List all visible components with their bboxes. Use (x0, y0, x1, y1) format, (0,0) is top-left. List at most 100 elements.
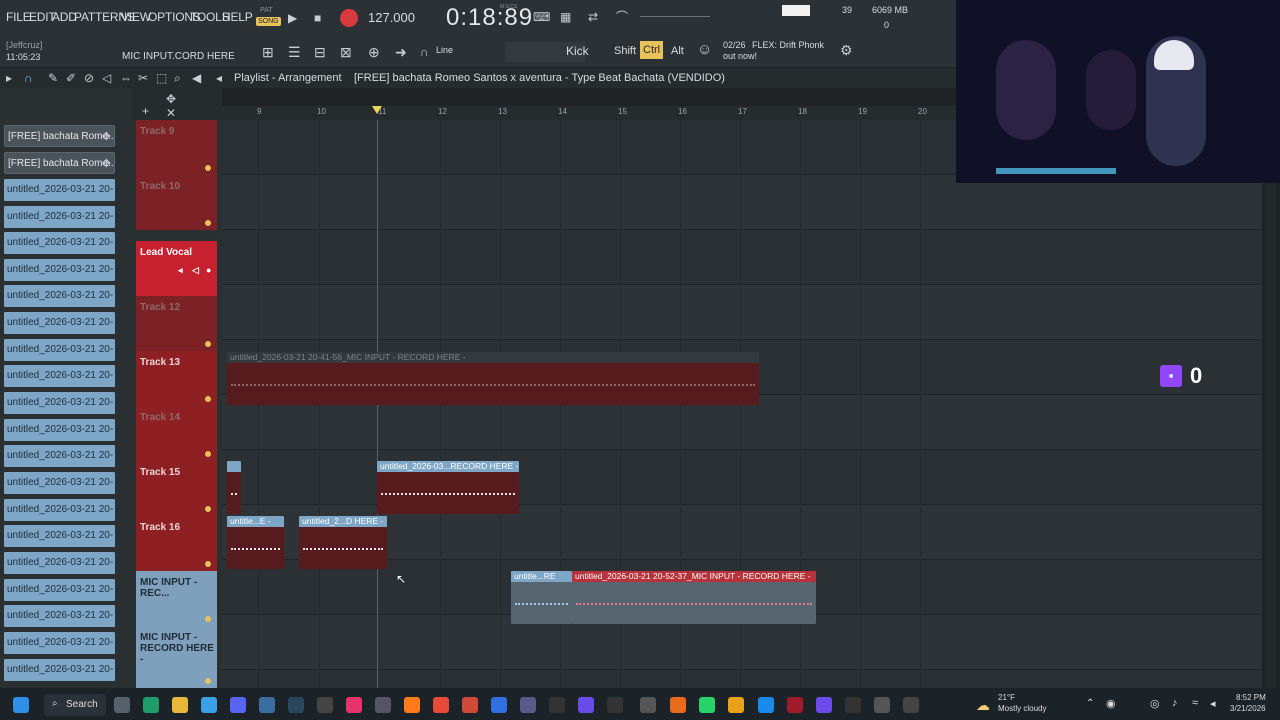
typing-keyboard-icon[interactable]: ⌨ (533, 10, 550, 24)
microphone-icon[interactable]: ♪ (1172, 697, 1178, 709)
edge-icon[interactable] (758, 697, 774, 713)
menu-file[interactable]: FILE (6, 10, 31, 24)
track-header-12[interactable]: Track 12 (136, 296, 217, 351)
browser-project-1[interactable]: [FREE] bachata Rome... ✥ (4, 125, 115, 147)
speaker-icon[interactable]: ◂ (178, 265, 183, 276)
plugin-icon[interactable]: ⊕ (368, 45, 380, 59)
vertical-scrollbar[interactable] (1266, 120, 1276, 688)
speaker-icon[interactable]: ◂ (216, 71, 222, 85)
browser-clip[interactable]: untitled_2026-03-21 20- (4, 445, 115, 467)
clock-time[interactable]: 8:52 PM (1236, 693, 1266, 702)
clock-date[interactable]: 3/21/2026 (1230, 704, 1266, 713)
firefox-icon[interactable] (404, 697, 420, 713)
audio-clip[interactable] (227, 461, 241, 514)
fl-studio-icon[interactable] (728, 697, 744, 713)
browser-clip[interactable]: untitled_2026-03-21 20- (4, 392, 115, 414)
browser-clip[interactable]: untitled_2026-03-21 20- (4, 659, 115, 681)
playhead-marker[interactable] (372, 106, 382, 114)
track-header-lead-vocal[interactable]: Lead Vocal ◂ ◁ ● (136, 241, 217, 296)
app-icon[interactable] (640, 697, 656, 713)
obs-icon[interactable] (375, 697, 391, 713)
tray-icon[interactable]: ◎ (1150, 697, 1160, 710)
timeline-ruler[interactable]: 9 10 11 12 13 14 15 16 17 18 19 20 (222, 106, 960, 120)
mixer-icon[interactable]: ⊠ (340, 45, 352, 59)
browser-clip[interactable]: untitled_2026-03-21 20- (4, 365, 115, 387)
browser-clip[interactable]: untitled_2026-03-21 20- (4, 579, 115, 601)
track-header-14[interactable]: Track 14 (136, 406, 217, 461)
track-lane[interactable] (222, 230, 1262, 285)
app-icon[interactable] (462, 697, 478, 713)
app-icon[interactable] (874, 697, 890, 713)
browser-clip[interactable]: untitled_2026-03-21 20- (4, 259, 115, 281)
capcut-icon[interactable] (549, 697, 565, 713)
track-header-mic-input[interactable]: MIC INPUT - REC... (136, 571, 217, 626)
app-icon[interactable] (816, 697, 832, 713)
master-pitch-slider[interactable] (640, 16, 710, 17)
zoom-tool-icon[interactable]: ⌕ (174, 71, 181, 85)
track-header-16[interactable]: Track 16 (136, 516, 217, 571)
app-icon[interactable] (903, 697, 919, 713)
scroll-icon[interactable]: ✥ (166, 92, 176, 106)
windows-start-icon[interactable] (13, 697, 29, 713)
menu-help[interactable]: HELP (222, 10, 253, 24)
menu-view[interactable]: VIEW (121, 10, 151, 24)
news-text[interactable]: FLEX: Drift Phonk (752, 40, 824, 50)
track-header-mic-record[interactable]: MIC INPUT - RECORD HERE - (136, 626, 217, 688)
browser-clip[interactable]: untitled_2026-03-21 20- (4, 472, 115, 494)
app-icon[interactable] (578, 697, 594, 713)
tiktok-icon[interactable] (346, 697, 362, 713)
piano-roll-icon[interactable]: ⊟ (314, 45, 326, 59)
track-lane[interactable] (222, 175, 1262, 230)
browser-clip[interactable]: untitled_2026-03-21 20- (4, 232, 115, 254)
file-explorer-icon[interactable] (172, 697, 188, 713)
browser-clip[interactable]: untitled_2026-03-21 20- (4, 632, 115, 654)
audio-clip[interactable]: untitled_2...D HERE - (299, 516, 387, 569)
browser-project-2[interactable]: [FREE] bachata Rome... ✥ (4, 152, 115, 174)
task-view-icon[interactable] (114, 697, 130, 713)
app-icon[interactable] (607, 697, 623, 713)
slip-tool-icon[interactable]: ⇔ (120, 71, 132, 85)
record-arm-icon[interactable]: ● (206, 265, 211, 275)
playback-tool-icon[interactable]: ◀ (192, 71, 201, 85)
volume-icon[interactable]: ◂ (1210, 697, 1216, 710)
pat-label[interactable]: PAT (260, 7, 273, 14)
app-icon[interactable] (491, 697, 507, 713)
browser-clip[interactable]: untitled_2026-03-21 20- (4, 285, 115, 307)
taskbar-search[interactable]: ⌕ Search (44, 694, 106, 716)
audio-clip[interactable]: untitled_2026-03-21 20-41-56_MIC INPUT -… (227, 352, 759, 405)
alt-button[interactable]: Alt (671, 45, 684, 57)
news-text-2[interactable]: out now! (723, 51, 757, 61)
snap-selector[interactable]: Line (436, 45, 453, 55)
track-header-13[interactable]: Track 13 (136, 351, 217, 406)
news-icon[interactable]: ☺ (697, 42, 712, 57)
step-edit-icon[interactable]: ▦ (560, 10, 571, 24)
track-header-15[interactable]: Track 15 (136, 461, 217, 516)
shift-button[interactable]: Shift (614, 45, 636, 57)
slice-tool-icon[interactable]: ✂ (138, 71, 148, 85)
steam-icon[interactable] (288, 697, 304, 713)
app-icon[interactable] (670, 697, 686, 713)
play-arrow-icon[interactable]: ▸ (6, 71, 12, 85)
track-header-9[interactable]: Track 9 (136, 120, 217, 175)
wifi-icon[interactable]: ≈ (1192, 697, 1198, 709)
arrow-icon[interactable]: ➜ (395, 45, 407, 59)
app-icon[interactable] (845, 697, 861, 713)
browser-clip[interactable]: untitled_2026-03-21 20- (4, 525, 115, 547)
audio-clip[interactable]: untitle...RE (511, 571, 572, 624)
magnet-snap-icon[interactable]: ∩ (24, 71, 33, 85)
stop-icon[interactable]: ■ (314, 11, 321, 25)
browser-clip[interactable]: untitled_2026-03-21 20- (4, 206, 115, 228)
mute-tool-icon[interactable]: ◁ (102, 71, 111, 85)
browser-clip[interactable]: untitled_2026-03-21 20- (4, 605, 115, 627)
audio-clip[interactable]: untitled_2026-03-21 20-52-37_MIC INPUT -… (572, 571, 816, 624)
playlist-grid[interactable]: untitled_2026-03-21 20-41-56_MIC INPUT -… (222, 120, 1262, 688)
discord-icon[interactable] (230, 697, 246, 713)
browser-clip[interactable]: untitled_2026-03-21 20- (4, 312, 115, 334)
magnet-icon[interactable]: ∩ (420, 45, 429, 59)
weather-icon[interactable]: ☁ (976, 697, 990, 714)
app-icon[interactable] (520, 697, 536, 713)
time-display[interactable]: 0:18:89 (446, 4, 533, 32)
audio-clip[interactable]: untitle...E - (227, 516, 284, 569)
audio-clip[interactable]: untitled_2026-03...RECORD HERE - (377, 461, 519, 514)
metronome-icon[interactable]: ⌒ (616, 10, 628, 24)
